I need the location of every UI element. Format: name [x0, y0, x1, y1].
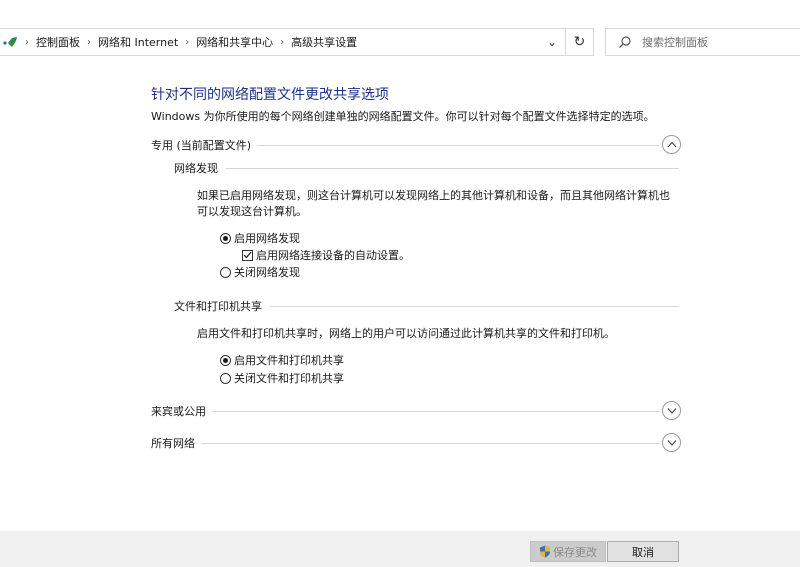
breadcrumb-control-panel[interactable]: 控制面板 — [32, 34, 84, 50]
breadcrumb-network-sharing-center[interactable]: 网络和共享中心 — [192, 34, 277, 50]
radio-network-discovery-on[interactable]: 启用网络发现 — [220, 230, 300, 246]
divider — [151, 411, 659, 412]
search-box[interactable] — [605, 28, 800, 56]
section-label-all-networks: 所有网络 — [151, 435, 201, 451]
subsection-network-discovery: 网络发现 — [174, 159, 679, 177]
breadcrumb-separator[interactable]: › — [182, 37, 192, 48]
radio-label: 关闭网络发现 — [234, 266, 300, 279]
section-label-guest-public: 来宾或公用 — [151, 403, 212, 419]
breadcrumb-separator: › — [25, 36, 29, 48]
breadcrumb-advanced-sharing[interactable]: 高级共享设置 — [287, 34, 361, 50]
subsection-heading: 文件和打印机共享 — [174, 298, 270, 314]
search-input[interactable] — [642, 32, 792, 52]
radio-label: 启用文件和打印机共享 — [234, 354, 344, 367]
radio-button[interactable] — [220, 372, 231, 384]
expand-button-all-networks[interactable] — [662, 433, 681, 452]
save-changes-button[interactable]: 保存更改 — [530, 541, 606, 562]
description-line: 如果已启用网络发现，则这台计算机可以发现网络上的其他计算机和设备，而且其他网络计… — [197, 189, 670, 202]
description-line: 可以发现这台计算机。 — [197, 205, 307, 218]
chevron-down-icon[interactable]: ⌄ — [540, 29, 564, 55]
breadcrumb-network-internet[interactable]: 网络和 Internet — [94, 34, 182, 50]
shield-icon — [539, 545, 551, 558]
radio-button[interactable] — [220, 354, 231, 366]
footer-bar: 保存更改 取消 — [0, 531, 800, 567]
search-icon — [618, 35, 632, 49]
cancel-button[interactable]: 取消 — [607, 541, 679, 562]
radio-button[interactable] — [220, 266, 231, 278]
navigation-bar: › 控制面板 › 网络和 Internet › 网络和共享中心 › 高级共享设置… — [0, 0, 800, 56]
section-guest-public[interactable]: 来宾或公用 — [151, 401, 681, 421]
checkmark-icon — [243, 251, 252, 259]
checkbox-auto-setup[interactable]: 启用网络连接设备的自动设置。 — [242, 247, 410, 263]
refresh-icon: ↻ — [573, 34, 586, 50]
checkbox[interactable] — [242, 249, 253, 261]
chevron-down-icon — [667, 440, 676, 446]
refresh-button[interactable]: ↻ — [566, 28, 594, 56]
subsection-file-printer-sharing: 文件和打印机共享 — [174, 297, 679, 315]
page-title: 针对不同的网络配置文件更改共享选项 — [151, 87, 389, 103]
save-changes-label: 保存更改 — [553, 545, 597, 559]
radio-label: 启用网络发现 — [234, 232, 300, 245]
divider — [151, 443, 659, 444]
expand-button-guest-public[interactable] — [662, 401, 681, 420]
collapse-button-private[interactable] — [662, 135, 681, 154]
network-icon — [3, 35, 19, 49]
page-description: Windows 为你所使用的每个网络创建单独的网络配置文件。你可以针对每个配置文… — [151, 110, 655, 123]
section-label-private: 专用 (当前配置文件) — [151, 137, 258, 153]
chevron-down-icon — [667, 408, 676, 414]
checkbox-label: 启用网络连接设备的自动设置。 — [256, 249, 410, 262]
breadcrumb: › 控制面板 › 网络和 Internet › 网络和共享中心 › 高级共享设置 — [22, 29, 361, 55]
radio-file-sharing-off[interactable]: 关闭文件和打印机共享 — [220, 370, 344, 386]
subsection-heading: 网络发现 — [174, 160, 226, 176]
section-all-networks[interactable]: 所有网络 — [151, 433, 681, 453]
radio-label: 关闭文件和打印机共享 — [234, 372, 344, 385]
radio-button[interactable] — [220, 232, 231, 244]
chevron-up-icon — [667, 141, 676, 148]
network-discovery-description: 如果已启用网络发现，则这台计算机可以发现网络上的其他计算机和设备，而且其他网络计… — [197, 188, 670, 220]
breadcrumb-separator[interactable]: › — [84, 37, 94, 48]
section-private[interactable]: 专用 (当前配置文件) — [151, 135, 681, 155]
address-bar[interactable]: › 控制面板 › 网络和 Internet › 网络和共享中心 › 高级共享设置… — [0, 28, 566, 56]
breadcrumb-separator[interactable]: › — [277, 37, 287, 48]
radio-file-sharing-on[interactable]: 启用文件和打印机共享 — [220, 352, 344, 368]
divider — [174, 168, 679, 169]
radio-network-discovery-off[interactable]: 关闭网络发现 — [220, 264, 300, 280]
file-sharing-description: 启用文件和打印机共享时，网络上的用户可以访问通过此计算机共享的文件和打印机。 — [197, 327, 615, 340]
